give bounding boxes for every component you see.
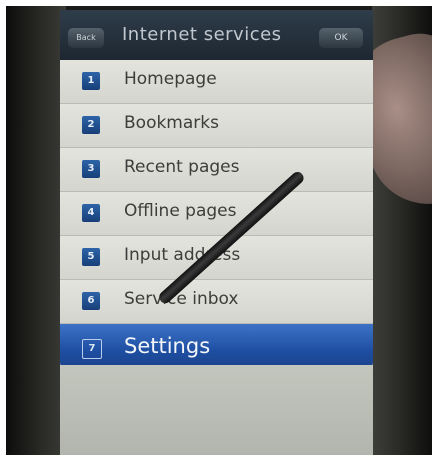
menu-item-label: Bookmarks <box>124 113 219 133</box>
phone-bezel-left <box>6 6 66 455</box>
number-5-icon: 5 <box>82 248 100 266</box>
back-button[interactable]: Back <box>68 28 104 48</box>
number-2-icon: 2 <box>82 116 100 134</box>
number-3-icon: 3 <box>82 160 100 178</box>
menu-item-label: Recent pages <box>124 157 240 177</box>
number-4-icon: 4 <box>82 204 100 222</box>
menu-item-homepage[interactable]: 1 Homepage <box>60 60 373 104</box>
menu-item-offline-pages[interactable]: 4 Offline pages <box>60 192 373 236</box>
menu-list: 1 Homepage 2 Bookmarks 3 Recent pages 4 … <box>60 60 373 372</box>
lower-screen-area <box>60 365 373 455</box>
menu-item-service-inbox[interactable]: 6 Service inbox <box>60 280 373 324</box>
ok-button[interactable]: OK <box>319 28 363 48</box>
number-6-icon: 6 <box>82 292 100 310</box>
menu-item-label: Service inbox <box>124 289 239 309</box>
title-bar: Back Internet services OK <box>60 10 373 60</box>
phone-screen: Back Internet services OK 1 Homepage 2 B… <box>60 10 373 455</box>
menu-item-bookmarks[interactable]: 2 Bookmarks <box>60 104 373 148</box>
page-title: Internet services <box>122 24 282 45</box>
menu-item-label: Offline pages <box>124 201 237 221</box>
number-7-icon: 7 <box>82 339 102 359</box>
menu-item-recent-pages[interactable]: 3 Recent pages <box>60 148 373 192</box>
menu-item-label: Settings <box>124 334 211 358</box>
photo-frame: Back Internet services OK 1 Homepage 2 B… <box>6 6 432 455</box>
number-1-icon: 1 <box>82 72 100 90</box>
menu-item-label: Homepage <box>124 69 217 89</box>
